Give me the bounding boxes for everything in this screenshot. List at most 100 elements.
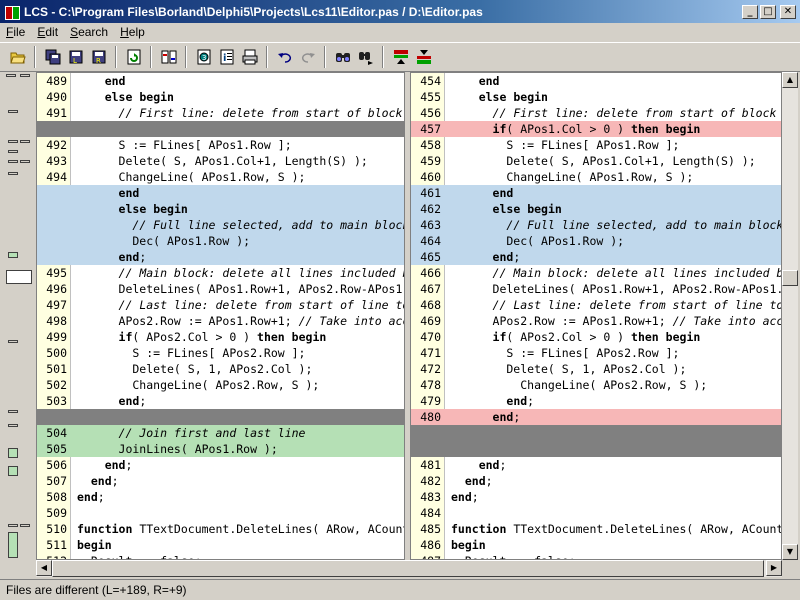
overview-marker[interactable] <box>8 410 18 413</box>
overview-marker[interactable] <box>20 524 30 527</box>
info-button[interactable]: i <box>215 46 238 68</box>
code-line[interactable]: 499 if( APos2.Col > 0 ) then begin <box>37 329 404 345</box>
maximize-button[interactable]: □ <box>760 4 776 19</box>
code-line[interactable]: 469 APos2.Row := APos1.Row+1; // Take in… <box>411 313 781 329</box>
code-line[interactable]: 498 APos2.Row := APos1.Row+1; // Take in… <box>37 313 404 329</box>
code-line[interactable]: 496 DeleteLines( APos1.Row+1, APos2.Row-… <box>37 281 404 297</box>
vertical-scroll-thumb[interactable] <box>782 270 798 286</box>
scroll-right-button[interactable]: ▶ <box>766 560 782 576</box>
code-line[interactable]: 479 end; <box>411 393 781 409</box>
overview-marker[interactable] <box>8 424 18 427</box>
swap-panes-button[interactable] <box>157 46 180 68</box>
menu-edit[interactable]: Edit <box>31 25 64 39</box>
overview-marker[interactable] <box>8 140 18 143</box>
minimize-button[interactable]: _ <box>742 4 758 19</box>
code-line[interactable]: 486 begin <box>411 537 781 553</box>
code-line[interactable]: Dec( APos1.Row ); <box>37 233 404 249</box>
scroll-left-button[interactable]: ◀ <box>36 560 52 576</box>
code-line[interactable] <box>411 441 781 457</box>
title-bar[interactable]: LCS - C:\Program Files\Borland\Delphi5\P… <box>0 0 800 23</box>
code-line[interactable]: 491 // First line: delete from start of … <box>37 105 404 121</box>
code-line[interactable]: 492 S := FLines[ APos1.Row ]; <box>37 137 404 153</box>
code-line[interactable]: 506 end; <box>37 457 404 473</box>
code-line[interactable]: end <box>37 185 404 201</box>
overview-marker[interactable] <box>8 524 18 527</box>
next-diff-button[interactable] <box>412 46 435 68</box>
code-line[interactable]: 472 Delete( S, 1, APos2.Col ); <box>411 361 781 377</box>
overview-marker[interactable] <box>20 140 30 143</box>
code-line[interactable]: 458 S := FLines[ APos1.Row ]; <box>411 137 781 153</box>
overview-marker[interactable] <box>8 340 18 343</box>
redo-button[interactable] <box>296 46 319 68</box>
code-line[interactable]: 512 Result := false; <box>37 553 404 559</box>
right-file-pane[interactable]: 454 end 455 else begin 456 // First line: … <box>410 72 782 560</box>
code-line[interactable]: 466 // Main block: delete all lines incl… <box>411 265 781 281</box>
code-line[interactable]: 464 Dec( APos1.Row ); <box>411 233 781 249</box>
code-line[interactable]: 509 <box>37 505 404 521</box>
code-line[interactable]: 490 else begin <box>37 89 404 105</box>
open-button[interactable] <box>6 46 29 68</box>
print-button[interactable] <box>238 46 261 68</box>
menu-file[interactable]: File <box>0 25 31 39</box>
overview-marker[interactable] <box>20 74 30 77</box>
overview-marker[interactable] <box>8 172 18 175</box>
code-line[interactable]: 504 // Join first and last line <box>37 425 404 441</box>
code-line[interactable]: end; <box>37 249 404 265</box>
code-line[interactable]: 456 // First line: delete from start of … <box>411 105 781 121</box>
refresh-compare-button[interactable] <box>122 46 145 68</box>
find-next-button[interactable] <box>354 46 377 68</box>
code-line[interactable]: 455 else begin <box>411 89 781 105</box>
vertical-scrollbar[interactable]: ▲ ▼ <box>782 72 798 560</box>
save-right-button[interactable]: R <box>87 46 110 68</box>
save-left-button[interactable]: L <box>64 46 87 68</box>
save-all-button[interactable] <box>41 46 64 68</box>
options-button[interactable]: 3 <box>192 46 215 68</box>
code-line[interactable]: else begin <box>37 201 404 217</box>
code-line[interactable]: 454 end <box>411 73 781 89</box>
code-line[interactable] <box>37 121 404 137</box>
code-line[interactable]: 482 end; <box>411 473 781 489</box>
undo-button[interactable] <box>273 46 296 68</box>
scroll-up-button[interactable]: ▲ <box>782 72 798 88</box>
code-line[interactable]: 480 end; <box>411 409 781 425</box>
overview-marker[interactable] <box>8 466 18 476</box>
code-line[interactable]: 511 begin <box>37 537 404 553</box>
overview-marker[interactable] <box>8 150 18 153</box>
code-line[interactable]: 487 Result := false; <box>411 553 781 559</box>
code-line[interactable]: 502 ChangeLine( APos2.Row, S ); <box>37 377 404 393</box>
left-file-pane[interactable]: 489 end 490 else begin 491 // First line: … <box>36 72 405 560</box>
code-line[interactable] <box>411 425 781 441</box>
code-line[interactable]: 467 DeleteLines( APos1.Row+1, APos2.Row-… <box>411 281 781 297</box>
code-line[interactable]: 493 Delete( S, APos1.Col+1, Length(S) ); <box>37 153 404 169</box>
find-button[interactable] <box>331 46 354 68</box>
horizontal-scroll-thumb[interactable] <box>52 560 764 577</box>
menu-search[interactable]: Search <box>64 25 114 39</box>
overview-marker[interactable] <box>8 252 18 258</box>
overview-viewport-marker[interactable] <box>6 270 32 284</box>
overview-marker[interactable] <box>6 74 16 77</box>
code-line[interactable]: 465 end; <box>411 249 781 265</box>
code-line[interactable]: 495 // Main block: delete all lines incl… <box>37 265 404 281</box>
code-line[interactable]: 461 end <box>411 185 781 201</box>
code-line[interactable]: 478 ChangeLine( APos2.Row, S ); <box>411 377 781 393</box>
horizontal-scrollbar[interactable]: ◀ ▶ <box>36 560 782 577</box>
code-line[interactable]: 481 end; <box>411 457 781 473</box>
code-line[interactable]: 503 end; <box>37 393 404 409</box>
code-line[interactable]: 459 Delete( S, APos1.Col+1, Length(S) ); <box>411 153 781 169</box>
code-line[interactable]: 497 // Last line: delete from start of l… <box>37 297 404 313</box>
code-line[interactable]: 468 // Last line: delete from start of l… <box>411 297 781 313</box>
code-line[interactable]: 508 end; <box>37 489 404 505</box>
overview-marker[interactable] <box>8 160 18 163</box>
scroll-down-button[interactable]: ▼ <box>782 544 798 560</box>
code-line[interactable]: 460 ChangeLine( APos1.Row, S ); <box>411 169 781 185</box>
code-line[interactable]: 463 // Full line selected, add to main b… <box>411 217 781 233</box>
app-icon[interactable] <box>4 4 20 20</box>
code-line[interactable]: 484 <box>411 505 781 521</box>
overview-marker[interactable] <box>8 448 18 458</box>
menu-help[interactable]: Help <box>114 25 151 39</box>
code-line[interactable] <box>37 409 404 425</box>
close-button[interactable]: ✕ <box>780 4 796 19</box>
code-line[interactable]: 507 end; <box>37 473 404 489</box>
code-line[interactable]: 471 S := FLines[ APos2.Row ]; <box>411 345 781 361</box>
overview-marker[interactable] <box>8 110 18 113</box>
